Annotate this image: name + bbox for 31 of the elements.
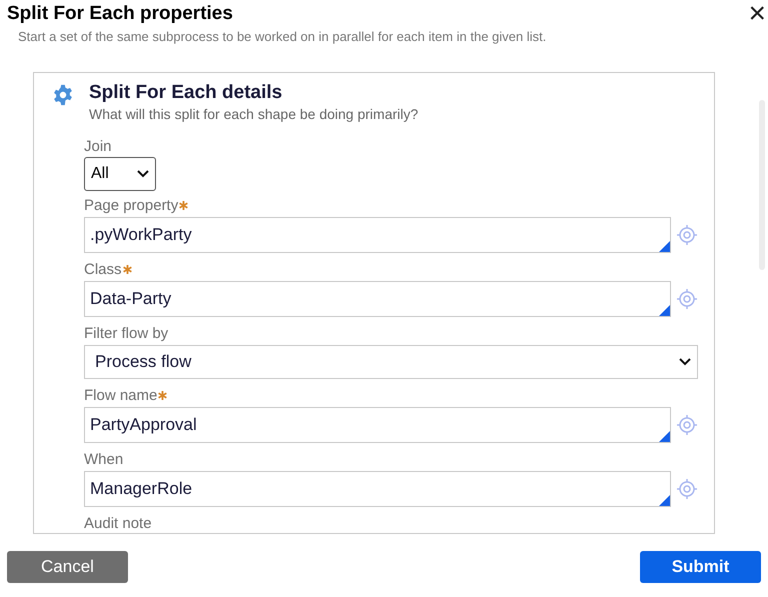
text-input[interactable]: .pyWorkParty xyxy=(84,217,671,253)
field-label: Audit note xyxy=(84,515,152,533)
crosshair-icon[interactable] xyxy=(676,478,698,500)
dialog-title: Split For Each properties xyxy=(7,2,233,26)
text-input[interactable]: PartyApproval xyxy=(84,407,671,443)
close-button[interactable]: × xyxy=(748,0,766,28)
field-label: Page property xyxy=(84,197,178,215)
field-label: Filter flow by xyxy=(84,325,168,343)
crosshair-icon[interactable] xyxy=(676,414,698,436)
crosshair-icon[interactable] xyxy=(676,224,698,246)
field-label: When xyxy=(84,451,124,469)
field-label: Join xyxy=(84,138,112,156)
text-input[interactable]: Data-Party xyxy=(84,281,671,317)
text-input[interactable]: ManagerRole xyxy=(84,471,671,507)
resize-handle-icon[interactable] xyxy=(659,305,670,316)
intro-text: Start a set of the same subprocess to be worked on in parallel for each item in the given list. xyxy=(18,29,546,45)
resize-handle-icon[interactable] xyxy=(659,431,670,442)
resize-handle-icon[interactable] xyxy=(659,241,670,252)
gear-icon xyxy=(52,84,74,106)
field-label: Flow name xyxy=(84,387,158,405)
crosshair-icon[interactable] xyxy=(676,288,698,310)
chevron-down-icon xyxy=(137,170,149,178)
filter-select[interactable]: Process flow xyxy=(84,345,698,379)
cancel-button[interactable]: Cancel xyxy=(7,551,128,583)
submit-button[interactable]: Submit xyxy=(640,551,761,583)
join-select[interactable]: All xyxy=(84,157,156,191)
resize-handle-icon[interactable] xyxy=(659,495,670,506)
field-label: Class xyxy=(84,261,122,279)
section-subtitle: What will this split for each shape be doing primarily? xyxy=(89,105,418,123)
chevron-down-icon xyxy=(679,358,691,366)
section-title: Split For Each details xyxy=(89,81,284,105)
